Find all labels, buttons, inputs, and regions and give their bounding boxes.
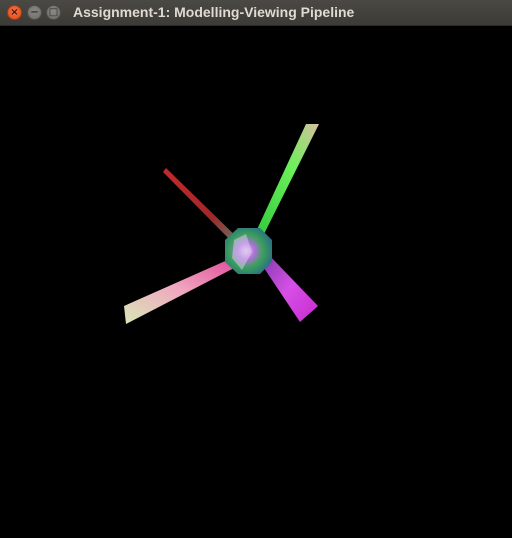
opengl-viewport[interactable] (0, 26, 512, 538)
close-icon: × (10, 7, 19, 18)
window-title: Assignment-1: Modelling-Viewing Pipeline (73, 4, 355, 20)
close-button[interactable]: × (7, 5, 22, 20)
maximize-button[interactable]: □ (46, 5, 61, 20)
title-bar[interactable]: × − □ Assignment-1: Modelling-Viewing Pi… (0, 0, 512, 26)
minimize-button[interactable]: − (27, 5, 42, 20)
minimize-icon: − (30, 7, 39, 18)
app-window: × − □ Assignment-1: Modelling-Viewing Pi… (0, 0, 512, 538)
maximize-icon: □ (48, 7, 59, 18)
green-arm (254, 124, 319, 238)
pink-arm (124, 258, 238, 324)
scene-svg (124, 124, 319, 324)
